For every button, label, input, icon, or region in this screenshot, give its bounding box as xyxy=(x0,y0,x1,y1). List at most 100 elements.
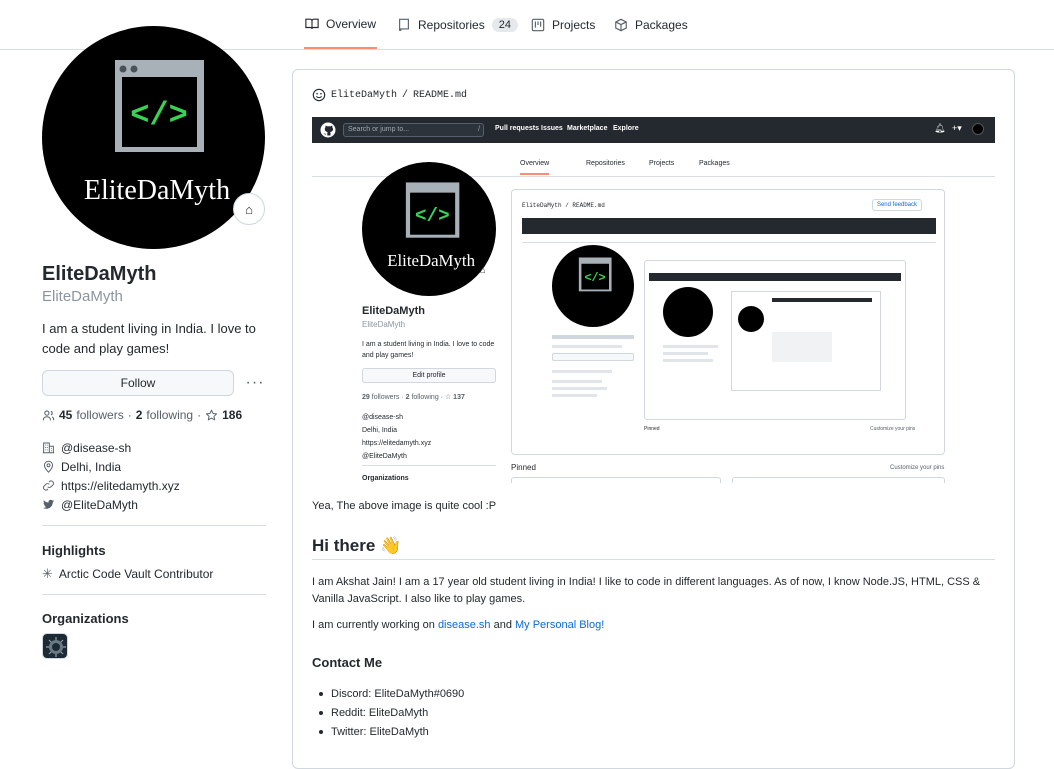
mini-stats: 29 followers · 2 following · ☆ 137 xyxy=(362,394,465,401)
mini-followers-count: 29 xyxy=(362,394,370,401)
following-label[interactable]: following xyxy=(146,408,193,422)
following-count[interactable]: 2 xyxy=(136,408,143,422)
virus-icon xyxy=(46,637,66,657)
mini-nav-explore: Explore xyxy=(613,125,639,132)
website-row: https://elitedamyth.xyz xyxy=(42,478,180,493)
mini-following-count: 2 xyxy=(405,394,410,401)
nested-deeper-header xyxy=(649,273,901,281)
followers-label[interactable]: followers xyxy=(76,408,123,422)
contact-heading: Contact Me xyxy=(312,655,383,670)
mini-bell-icon: 🔔︎ xyxy=(934,123,946,133)
heading-underline xyxy=(312,559,995,560)
nested-deepest-avatar xyxy=(738,306,764,332)
list-item: Reddit: EliteDaMyth xyxy=(319,703,464,722)
package-icon xyxy=(615,18,627,32)
profile-name: EliteDaMyth xyxy=(42,263,157,285)
readme-embedded-screenshot: Search or jump to... / Pull requests Issu… xyxy=(312,117,995,483)
contact-twitter: Twitter: EliteDaMyth xyxy=(331,725,429,738)
readme-heading: Hi there 👋 xyxy=(312,536,401,556)
mini-search-placeholder: Search or jump to... xyxy=(348,126,410,133)
contact-list: Discord: EliteDaMyth#0690 Reddit: EliteD… xyxy=(319,684,464,741)
readme-user-link[interactable]: EliteDaMyth xyxy=(331,90,397,101)
nested-text-line xyxy=(663,352,708,355)
mini-header: Search or jump to... / Pull requests Issu… xyxy=(312,117,995,143)
mini-plus-icon: +▾ xyxy=(952,123,962,133)
twitter-link[interactable]: @EliteDaMyth xyxy=(61,498,138,512)
tab-overview[interactable]: Overview xyxy=(304,0,378,49)
tab-packages[interactable]: Packages xyxy=(614,0,688,50)
mini-following-label: following xyxy=(411,394,439,401)
nested-text-line xyxy=(663,359,713,362)
github-logo-icon xyxy=(320,122,336,138)
followers-count[interactable]: 45 xyxy=(59,408,72,422)
tab-overview-label: Overview xyxy=(326,16,377,31)
highlight-item: ✳ Arctic Code Vault Contributor xyxy=(42,566,213,582)
mini-name: EliteDaMyth xyxy=(362,305,425,317)
website-link[interactable]: https://elitedamyth.xyz xyxy=(61,479,180,493)
mini-edit-profile: Edit profile xyxy=(362,368,496,383)
list-item: Discord: EliteDaMyth#0690 xyxy=(319,684,464,703)
nested-avatar: </> xyxy=(552,245,634,327)
mini-website: https://elitedamyth.xyz xyxy=(362,440,432,447)
personal-blog-link[interactable]: My Personal Blog! xyxy=(515,619,604,631)
mini-customize-pins: Customize your pins xyxy=(890,465,945,471)
house-icon: ⌂ xyxy=(245,201,253,217)
nested-tabs-line xyxy=(522,242,936,243)
tab-repositories-label: Repositories xyxy=(418,18,485,32)
nested-deeper-avatar xyxy=(663,287,713,337)
follow-button[interactable]: Follow xyxy=(42,370,234,396)
working-and: and xyxy=(490,619,515,631)
readme-file-link[interactable]: README.md xyxy=(413,90,467,101)
organizations-heading: Organizations xyxy=(42,611,129,626)
mini-nav-pulls: Pull requests xyxy=(495,125,539,132)
nested-text-line xyxy=(552,335,634,339)
snowflake-icon: ✳ xyxy=(42,566,53,581)
set-status-button[interactable]: ⌂ xyxy=(233,193,265,225)
mini-pinned-card xyxy=(511,477,721,483)
list-item: Twitter: EliteDaMyth xyxy=(319,722,464,741)
mini-twitter: @EliteDaMyth xyxy=(362,453,407,460)
project-icon xyxy=(531,18,545,32)
readme-caption: Yea, The above image is quite cool :P xyxy=(312,500,497,512)
mini-avatar-text: EliteDaMyth xyxy=(387,251,475,270)
repositories-count-badge: 24 xyxy=(491,18,518,32)
nested-deepest-header xyxy=(772,298,872,302)
disease-sh-link[interactable]: disease.sh xyxy=(438,619,491,631)
mini-company: @disease-sh xyxy=(362,414,403,421)
smiley-icon xyxy=(312,88,326,102)
tab-repositories[interactable]: Repositories 24 xyxy=(397,0,518,50)
svg-text:</>: </> xyxy=(130,97,188,134)
mini-feedback-button: Send feedback xyxy=(871,199,922,211)
readme-intro: I am Akshat Jain! I am a 17 year old stu… xyxy=(312,576,981,605)
mini-pinned-label: Pinned xyxy=(511,463,536,472)
svg-text:</>: </> xyxy=(584,271,605,285)
stars-count[interactable]: 186 xyxy=(222,408,242,422)
link-icon xyxy=(43,480,54,491)
profile-avatar[interactable]: </> EliteDaMyth xyxy=(42,26,265,249)
mini-divider xyxy=(362,465,496,466)
mini-tab-projects: Projects xyxy=(649,160,675,167)
repo-icon xyxy=(399,18,409,31)
readme-working-on: I am currently working on disease.sh and… xyxy=(312,619,604,631)
mini-tab-overview: Overview xyxy=(520,160,550,175)
avatar-text: EliteDaMyth xyxy=(84,175,230,206)
stats-dot: · xyxy=(197,408,202,422)
mini-login: EliteDaMyth xyxy=(362,320,406,329)
working-prefix: I am currently working on xyxy=(312,619,438,631)
arctic-vault-badge[interactable]: Arctic Code Vault Contributor xyxy=(59,567,214,581)
book-icon xyxy=(305,18,319,29)
tab-projects[interactable]: Projects xyxy=(531,0,595,50)
mini-nav-issues: Issues xyxy=(541,125,563,132)
nested-readme-box xyxy=(644,260,906,420)
org-avatar-disease-sh[interactable] xyxy=(42,633,68,659)
mini-user-avatar xyxy=(972,123,984,135)
company-link[interactable]: @disease-sh xyxy=(61,441,131,455)
mini-avatar-logo: </> EliteDaMyth xyxy=(387,182,476,270)
more-options-button[interactable]: ··· xyxy=(244,370,266,396)
mini-stars-count: 137 xyxy=(453,394,465,401)
people-icon xyxy=(42,409,55,420)
nested-avatar-logo: </> xyxy=(578,257,612,292)
star-icon xyxy=(206,409,218,420)
company-row: @disease-sh xyxy=(42,440,180,455)
mini-house-icon: ⌂ xyxy=(480,265,486,275)
